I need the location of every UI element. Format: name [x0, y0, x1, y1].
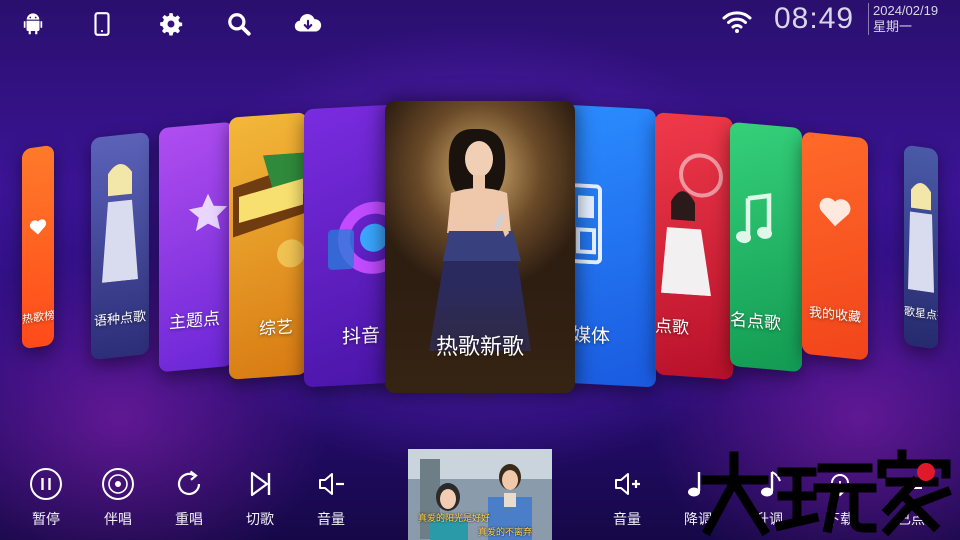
card-theme-songs[interactable]: 主题点 [159, 121, 233, 373]
date-text: 2024/02/19 [873, 3, 939, 18]
video-preview[interactable]: 真爱的阳光是好好 真爱的不离弃 [408, 449, 552, 540]
card-variety[interactable]: 综艺 [229, 112, 307, 380]
star-icon [188, 193, 228, 232]
card-label: 语种点歌 [93, 309, 146, 330]
card-douyin[interactable]: 抖音 [304, 104, 394, 388]
card-media[interactable]: 媒体 [562, 104, 656, 388]
search-icon[interactable] [224, 9, 254, 39]
douyin-logo [328, 201, 394, 274]
control-label: 重唱 [175, 512, 203, 528]
card-ranking-songs[interactable]: 名点歌 [730, 121, 802, 373]
card-language-songs[interactable]: 语种点歌 [91, 131, 149, 361]
card-label: 名点歌 [730, 309, 781, 335]
singer-photo [102, 164, 138, 283]
wifi-icon [722, 11, 752, 33]
music-note-icon [736, 193, 772, 244]
singer-photo [908, 183, 934, 293]
control-label: 切歌 [246, 512, 274, 528]
card-label: 综艺 [259, 317, 293, 340]
card-label: 抖音 [342, 324, 381, 349]
accompany-button[interactable]: 伴唱 [90, 466, 146, 529]
skip-button[interactable]: 切歌 [232, 466, 288, 529]
control-label: 音量 [317, 512, 345, 528]
card-label: 热歌榜 [22, 308, 54, 327]
lyric-line-1: 真爱的阳光是好好 [418, 514, 491, 524]
skip-next-icon [242, 466, 278, 502]
heart-icon [22, 215, 54, 239]
show-logo [233, 152, 307, 268]
card-hot-new-songs[interactable]: 热歌新歌 [385, 101, 575, 393]
card-favorites[interactable]: 我的收藏 [802, 131, 868, 361]
heart-icon [802, 189, 868, 234]
phone-icon[interactable] [87, 9, 117, 39]
gear-icon[interactable] [156, 9, 186, 39]
status-bar: 08:49 2024/02/19 星期一 [0, 0, 960, 50]
card-label: 主题点 [169, 308, 220, 334]
volume-up-button[interactable]: 音量 [599, 466, 655, 529]
volume-down-button[interactable]: 音量 [303, 466, 359, 529]
card-label: 我的收藏 [808, 305, 861, 326]
pause-button[interactable]: 暂停 [18, 466, 74, 529]
brand-watermark-logo [701, 449, 952, 537]
media-icon [570, 183, 602, 265]
volume-up-icon [609, 466, 645, 502]
replay-button[interactable]: 重唱 [161, 466, 217, 529]
card-singer-right[interactable]: 歌星点歌 [904, 144, 938, 350]
clock: 08:49 [774, 2, 855, 35]
lyric-line-2: 真爱的不离弃 [478, 528, 533, 538]
card-label: 点歌 [655, 316, 689, 339]
vinyl-icon [100, 466, 136, 502]
cloud-download-icon[interactable] [291, 9, 325, 39]
card-label: 媒体 [572, 324, 611, 349]
control-label: 音量 [613, 512, 641, 528]
card-hot-ranking[interactable]: 热歌榜 [22, 144, 54, 350]
pause-icon [28, 466, 64, 502]
singer-photo [661, 153, 723, 297]
replay-icon [171, 466, 207, 502]
android-icon[interactable] [18, 9, 48, 39]
weekday-text: 星期一 [873, 19, 913, 34]
card-label: 歌星点歌 [904, 304, 938, 324]
category-carousel: 热歌榜 语种点歌 主题点 综艺 抖音 媒体 点歌 名点歌 我的收藏 歌星点歌 热… [0, 95, 960, 405]
card-singer-songs[interactable]: 点歌 [655, 112, 733, 380]
card-label: 热歌新歌 [435, 335, 524, 360]
volume-down-icon [313, 466, 349, 502]
control-label: 暂停 [32, 512, 60, 528]
control-label: 伴唱 [104, 512, 132, 528]
date-display: 2024/02/19 星期一 [868, 3, 960, 35]
